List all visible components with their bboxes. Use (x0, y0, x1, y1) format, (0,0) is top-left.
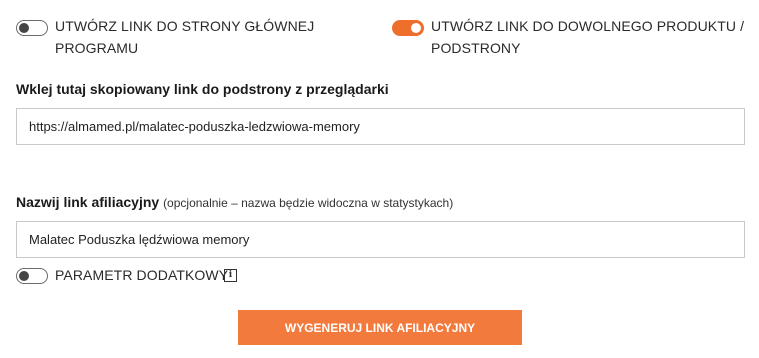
product-link-label: UTWÓRZ LINK DO DOWOLNEGO PRODUKTU / PODS… (431, 18, 745, 56)
info-icon[interactable]: i (224, 269, 237, 282)
toggle-knob (411, 22, 421, 33)
url-input[interactable] (16, 108, 745, 145)
home-link-label: UTWÓRZ LINK DO STRONY GŁÓWNEJ PROGRAMU (55, 18, 315, 56)
generate-link-button[interactable]: WYGENERUJ LINK AFILIACYJNY (238, 310, 522, 345)
name-input[interactable] (16, 221, 745, 258)
toggle-knob (19, 22, 29, 33)
name-field-label-text: Nazwij link afiliacyjny (16, 194, 160, 210)
product-link-toggle[interactable] (392, 20, 424, 36)
toggle-knob (19, 270, 29, 281)
name-field-hint: (opcjonalnie – nazwa będzie widoczna w s… (163, 196, 454, 210)
extra-param-toggle[interactable] (16, 268, 48, 284)
name-field-label: Nazwij link afiliacyjny (opcjonalnie – n… (16, 194, 453, 210)
home-link-toggle[interactable] (16, 20, 48, 36)
affiliate-link-form: UTWÓRZ LINK DO STRONY GŁÓWNEJ PROGRAMU U… (0, 0, 759, 358)
url-field-label: Wklej tutaj skopiowany link do podstrony… (16, 81, 389, 97)
extra-param-label: PARAMETR DODATKOWY (55, 267, 229, 283)
